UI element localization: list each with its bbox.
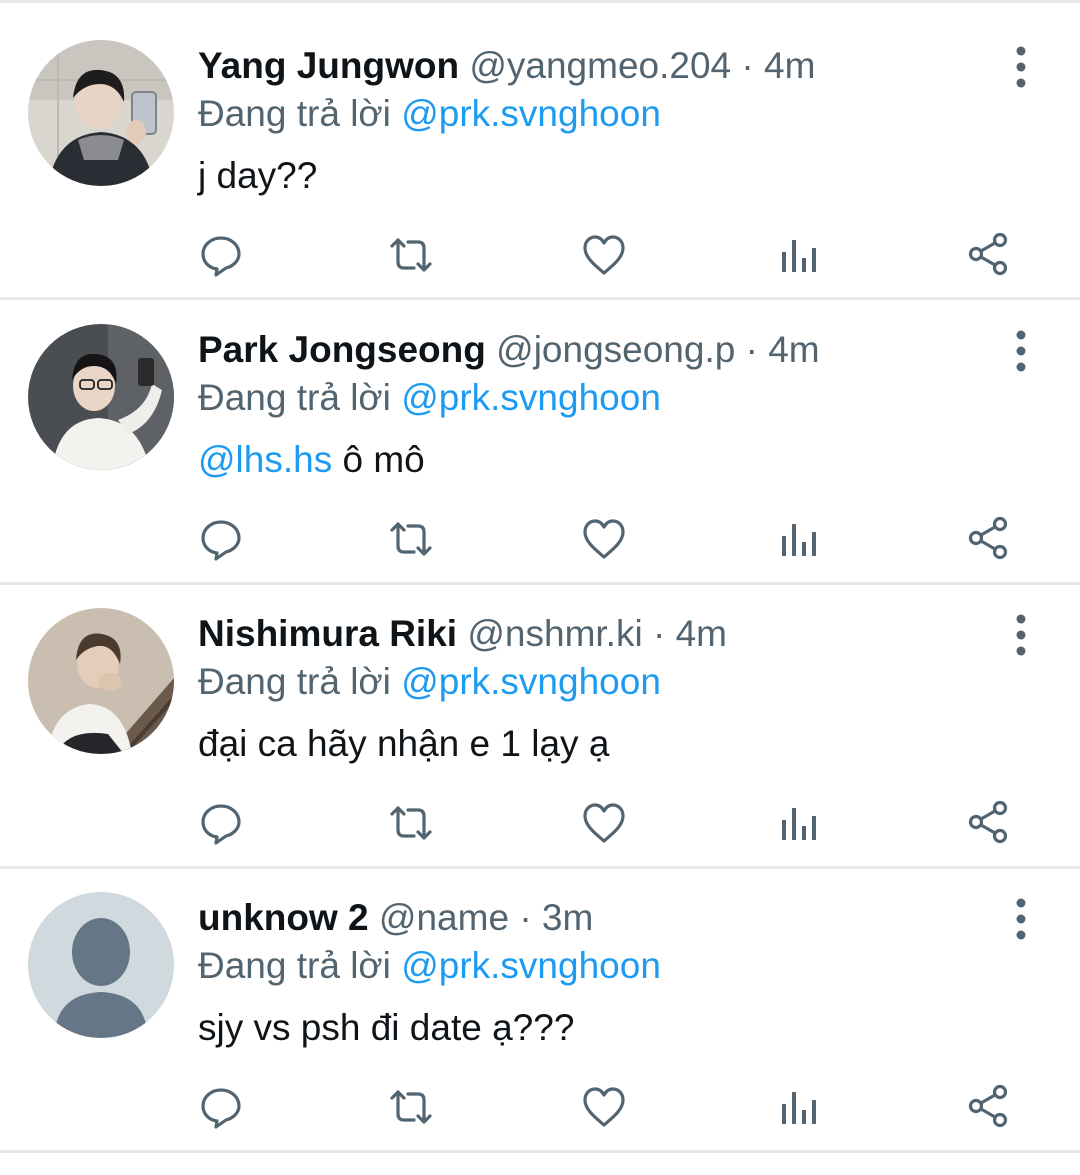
tweet-item[interactable]: Nishimura Riki @nshmr.ki · 4m Đang trả l… [0, 568, 1080, 869]
author-name[interactable]: Yang Jungwon [198, 45, 459, 86]
tweet-divider [0, 1150, 1080, 1153]
share-icon[interactable] [964, 1082, 1014, 1132]
tweet-header: unknow 2 @name · 3m [198, 894, 593, 942]
reply-prefix: Đang trả lời [198, 661, 391, 702]
replying-to: Đang trả lời @prk.svnghoon [198, 942, 661, 990]
retweet-icon[interactable] [386, 514, 436, 564]
views-icon[interactable] [772, 798, 822, 848]
author-handle[interactable]: @yangmeo.204 [469, 45, 731, 86]
tweet-text: j day?? [198, 152, 317, 200]
replying-to-mention[interactable]: @prk.svnghoon [401, 661, 661, 702]
tweet-text: @lhs.hs ô mô [198, 436, 425, 484]
default-avatar-icon[interactable] [28, 892, 174, 1038]
tweet-item[interactable]: Yang Jungwon @yangmeo.204 · 4m Đang trả … [0, 0, 1080, 300]
timestamp[interactable]: 4m [768, 329, 819, 370]
tweet-header: Yang Jungwon @yangmeo.204 · 4m [198, 42, 815, 90]
tweet-header: Park Jongseong @jongseong.p · 4m [198, 326, 820, 374]
like-icon[interactable] [579, 1082, 629, 1132]
like-icon[interactable] [579, 798, 629, 848]
replying-to: Đang trả lời @prk.svnghoon [198, 374, 661, 422]
tweet-text-content: đại ca hãy nhận e 1 lạy ạ [198, 723, 610, 764]
tweet-text-content: ô mô [332, 439, 425, 480]
like-icon[interactable] [579, 230, 629, 280]
reply-icon[interactable] [196, 798, 246, 848]
more-options-icon[interactable] [1000, 612, 1042, 658]
tweet-text-content: j day?? [198, 155, 318, 196]
replying-to-mention[interactable]: @prk.svnghoon [401, 93, 661, 134]
share-icon[interactable] [964, 514, 1014, 564]
meta-separator: · [519, 897, 532, 938]
views-icon[interactable] [772, 1082, 822, 1132]
reply-prefix: Đang trả lời [198, 377, 391, 418]
author-name[interactable]: unknow 2 [198, 897, 369, 938]
author-handle[interactable]: @jongseong.p [496, 329, 735, 370]
retweet-icon[interactable] [386, 1082, 436, 1132]
timestamp[interactable]: 3m [542, 897, 593, 938]
meta-separator: · [741, 45, 754, 86]
reply-prefix: Đang trả lời [198, 945, 391, 986]
reply-icon[interactable] [196, 514, 246, 564]
share-icon[interactable] [964, 230, 1014, 280]
replying-to-mention[interactable]: @prk.svnghoon [401, 945, 661, 986]
avatar[interactable] [28, 40, 174, 186]
replying-to: Đang trả lời @prk.svnghoon [198, 658, 661, 706]
avatar[interactable] [28, 324, 174, 470]
more-options-icon[interactable] [1000, 44, 1042, 90]
timestamp[interactable]: 4m [676, 613, 727, 654]
replying-to: Đang trả lời @prk.svnghoon [198, 90, 661, 138]
tweet-item[interactable]: unknow 2 @name · 3m Đang trả lời @prk.sv… [0, 852, 1080, 1153]
meta-separator: · [652, 613, 666, 654]
share-icon[interactable] [964, 798, 1014, 848]
avatar[interactable] [28, 608, 174, 754]
retweet-icon[interactable] [386, 798, 436, 848]
author-name[interactable]: Nishimura Riki [198, 613, 457, 654]
tweet-header: Nishimura Riki @nshmr.ki · 4m [198, 610, 727, 658]
retweet-icon[interactable] [386, 230, 436, 280]
author-handle[interactable]: @name [379, 897, 509, 938]
author-name[interactable]: Park Jongseong [198, 329, 486, 370]
views-icon[interactable] [772, 514, 822, 564]
tweet-text: đại ca hãy nhận e 1 lạy ạ [198, 720, 609, 768]
tweet-text: sjy vs psh đi date ạ??? [198, 1004, 574, 1052]
timestamp[interactable]: 4m [764, 45, 815, 86]
reply-prefix: Đang trả lời [198, 93, 391, 134]
meta-separator: · [745, 329, 758, 370]
like-icon[interactable] [579, 514, 629, 564]
more-options-icon[interactable] [1000, 896, 1042, 942]
views-icon[interactable] [772, 230, 822, 280]
author-handle[interactable]: @nshmr.ki [467, 613, 642, 654]
tweet-text-content: sjy vs psh đi date ạ??? [198, 1007, 575, 1048]
reply-icon[interactable] [196, 1082, 246, 1132]
reply-icon[interactable] [196, 230, 246, 280]
more-options-icon[interactable] [1000, 328, 1042, 374]
tweet-item[interactable]: Park Jongseong @jongseong.p · 4m Đang tr… [0, 284, 1080, 585]
replying-to-mention[interactable]: @prk.svnghoon [401, 377, 661, 418]
tweet-mention[interactable]: @lhs.hs [198, 439, 332, 480]
